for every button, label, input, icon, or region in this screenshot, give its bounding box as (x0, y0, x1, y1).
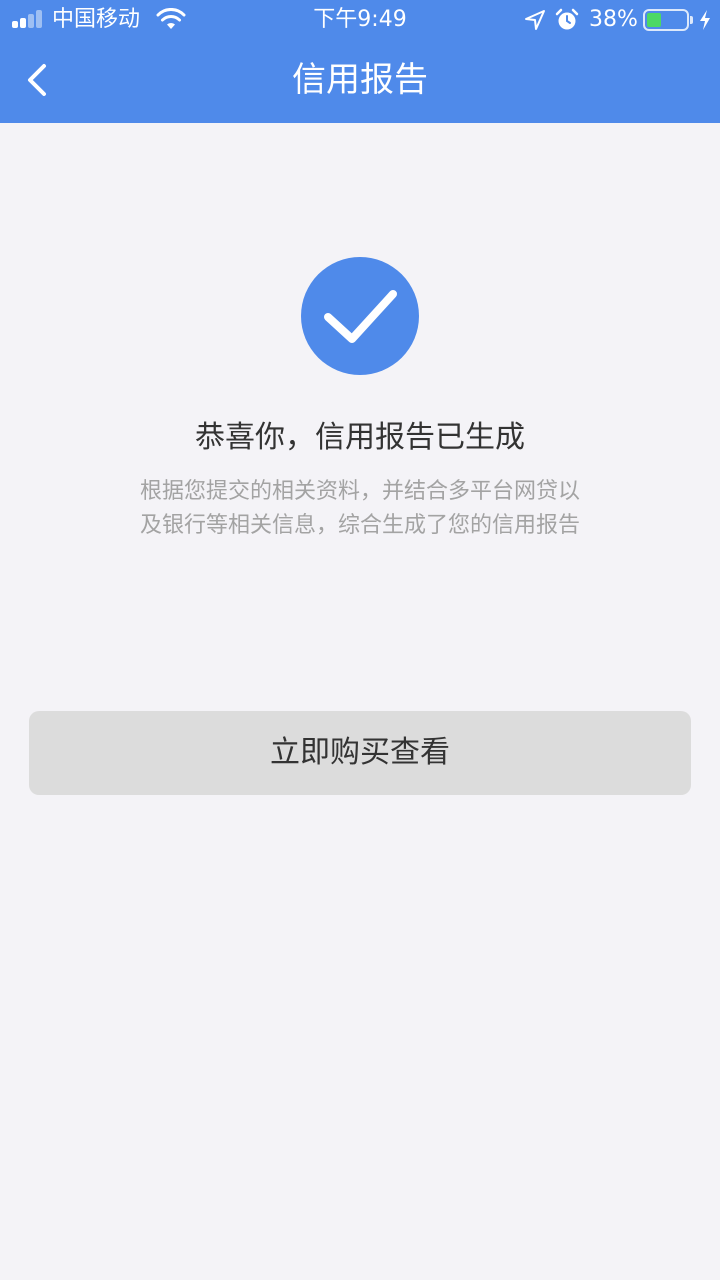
success-badge (301, 257, 419, 375)
buy-now-button[interactable]: 立即购买查看 (29, 711, 691, 795)
checkmark-icon (324, 290, 397, 343)
battery-percent: 38% (589, 7, 638, 32)
alarm-icon (555, 8, 579, 30)
result-title: 恭喜你，信用报告已生成 (195, 420, 525, 455)
result-description-line1: 根据您提交的相关资料，并结合多平台网贷以 (139, 479, 580, 504)
app-header: 中国移动 下午9:49 38% 信用报告 (0, 0, 720, 123)
battery-tip (690, 16, 693, 24)
result-description: 根据您提交的相关资料，并结合多平台网贷以 及银行等相关信息，综合生成了您的信用报… (110, 475, 610, 543)
location-icon (525, 10, 545, 30)
result-description-line2: 及银行等相关信息，综合生成了您的信用报告 (139, 513, 580, 538)
page-title: 信用报告 (292, 60, 428, 100)
status-bar: 中国移动 下午9:49 38% (0, 0, 720, 40)
battery-icon (643, 9, 689, 31)
charging-icon (700, 10, 710, 30)
